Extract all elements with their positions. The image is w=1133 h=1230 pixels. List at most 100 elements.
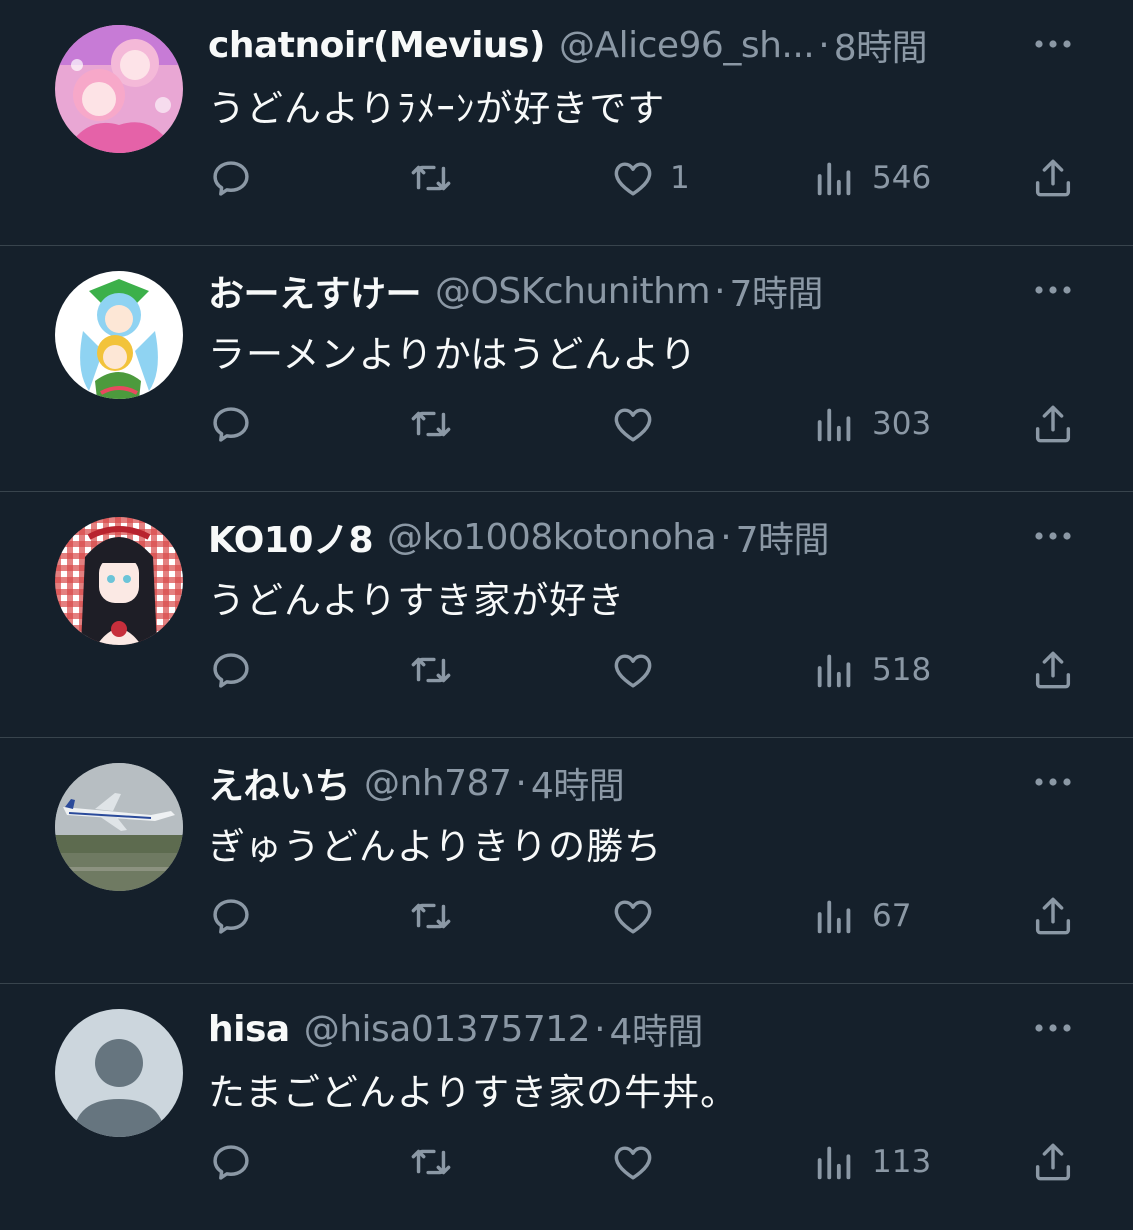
tweet-text: うどんよりﾗﾒｰﾝが好きです [208, 87, 666, 130]
tweet-text: ラーメンよりかはうどんより [208, 333, 698, 376]
action-bar: 113 [0, 1136, 1133, 1188]
like-count: 1 [670, 160, 690, 196]
tweet-4[interactable]: えねいち @nh787 · 4時間 ぎゅうどんよりきりの勝ち 67 [0, 738, 1133, 984]
share-button[interactable] [1030, 1136, 1076, 1188]
retweet-button[interactable] [408, 1136, 468, 1188]
reply-button[interactable] [208, 152, 268, 204]
reply-icon [213, 407, 249, 442]
views-button[interactable]: 518 [812, 644, 931, 696]
user-handle[interactable]: @hisa01375712 [304, 1009, 591, 1050]
user-handle[interactable]: @OSKchunithm [435, 271, 711, 312]
default-avatar-image [55, 1009, 183, 1137]
tweet-5[interactable]: hisa @hisa01375712 · 4時間 たまごどんよりすき家の牛丼。 [0, 984, 1133, 1230]
timestamp[interactable]: 4時間 [531, 760, 624, 806]
tweet-header: KO10ノ8 @ko1008kotonoha · 7時間 [208, 514, 829, 561]
action-bar: 518 [0, 644, 1133, 696]
more-icon[interactable] [1032, 30, 1074, 58]
retweet-button[interactable] [408, 644, 468, 696]
separator-dot: · [818, 24, 830, 66]
tweet-3[interactable]: KO10ノ8 @ko1008kotonoha · 7時間 うどんよりすき家が好き [0, 492, 1133, 738]
reply-icon [213, 1145, 249, 1180]
reply-button[interactable] [208, 890, 268, 942]
retweet-icon [411, 411, 451, 437]
heart-icon [614, 408, 652, 442]
share-icon [1035, 405, 1071, 443]
reply-button[interactable] [208, 644, 268, 696]
separator-dot: · [714, 270, 726, 312]
view-count: 303 [872, 406, 932, 442]
share-icon [1035, 651, 1071, 689]
reply-button[interactable] [208, 1136, 268, 1188]
retweet-button[interactable] [408, 152, 468, 204]
pink-anime-avatar-image [55, 25, 183, 153]
tweet-header: chatnoir(Mevius) @Alice96_sh... · 8時間 [208, 22, 927, 69]
share-button[interactable] [1030, 890, 1076, 942]
user-handle[interactable]: @Alice96_sh... [559, 25, 815, 66]
reply-button[interactable] [208, 398, 268, 450]
timestamp[interactable]: 8時間 [834, 22, 927, 68]
retweet-icon [411, 1149, 451, 1175]
user-handle[interactable]: @ko1008kotonoha [387, 517, 717, 558]
share-icon [1035, 159, 1071, 197]
tweet-header: えねいち @nh787 · 4時間 [208, 760, 624, 807]
like-button[interactable]: 1 [610, 152, 690, 204]
more-icon[interactable] [1032, 522, 1074, 550]
tweet-2[interactable]: おーえすけー @OSKchunithm · 7時間 ラーメンよりかはうどんより [0, 246, 1133, 492]
user-handle[interactable]: @nh787 [364, 763, 512, 804]
display-name[interactable]: えねいち [208, 760, 351, 806]
retweet-icon [411, 165, 451, 191]
separator-dot: · [515, 762, 527, 804]
like-button[interactable] [610, 398, 670, 450]
timestamp[interactable]: 7時間 [736, 514, 829, 560]
share-icon [1035, 1143, 1071, 1181]
retweet-button[interactable] [408, 890, 468, 942]
view-count: 546 [872, 160, 932, 196]
views-icon [817, 654, 851, 688]
share-icon [1035, 897, 1071, 935]
heart-icon [614, 654, 652, 688]
display-name[interactable]: chatnoir(Mevius) [208, 25, 545, 66]
views-button[interactable]: 303 [812, 398, 931, 450]
tweet-1[interactable]: chatnoir(Mevius) @Alice96_sh... · 8時間 うど… [0, 0, 1133, 246]
view-count: 518 [872, 652, 932, 688]
share-button[interactable] [1030, 398, 1076, 450]
timestamp[interactable]: 4時間 [610, 1006, 703, 1052]
retweet-icon [411, 657, 451, 683]
reply-icon [213, 161, 249, 196]
separator-dot: · [720, 516, 732, 558]
views-button[interactable]: 113 [812, 1136, 931, 1188]
avatar[interactable] [55, 517, 183, 645]
timestamp[interactable]: 7時間 [730, 268, 823, 314]
views-button[interactable]: 67 [812, 890, 911, 942]
more-icon[interactable] [1032, 1014, 1074, 1042]
display-name[interactable]: おーえすけー [208, 268, 422, 314]
avatar[interactable] [55, 271, 183, 399]
share-button[interactable] [1030, 152, 1076, 204]
action-bar: 1 546 [0, 152, 1133, 204]
display-name[interactable]: KO10ノ8 [208, 514, 374, 560]
heart-icon [614, 900, 652, 934]
like-button[interactable] [610, 1136, 670, 1188]
like-button[interactable] [610, 644, 670, 696]
tweet-text: ぎゅうどんよりきりの勝ち [208, 825, 663, 868]
views-button[interactable]: 546 [812, 152, 931, 204]
avatar[interactable] [55, 763, 183, 891]
avatar[interactable] [55, 1009, 183, 1137]
avatar[interactable] [55, 25, 183, 153]
tweet-header: おーえすけー @OSKchunithm · 7時間 [208, 268, 823, 315]
display-name[interactable]: hisa [208, 1009, 290, 1050]
retweet-button[interactable] [408, 398, 468, 450]
separator-dot: · [594, 1008, 606, 1050]
reply-feed: chatnoir(Mevius) @Alice96_sh... · 8時間 うど… [0, 0, 1133, 1230]
tweet-text: うどんよりすき家が好き [208, 579, 626, 622]
retweet-icon [411, 903, 451, 929]
more-icon[interactable] [1032, 276, 1074, 304]
like-button[interactable] [610, 890, 670, 942]
action-bar: 67 [0, 890, 1133, 942]
airplane-avatar-image [55, 763, 183, 891]
share-button[interactable] [1030, 644, 1076, 696]
heart-icon [614, 1146, 652, 1180]
views-icon [817, 1146, 851, 1180]
more-icon[interactable] [1032, 768, 1074, 796]
action-bar: 303 [0, 398, 1133, 450]
